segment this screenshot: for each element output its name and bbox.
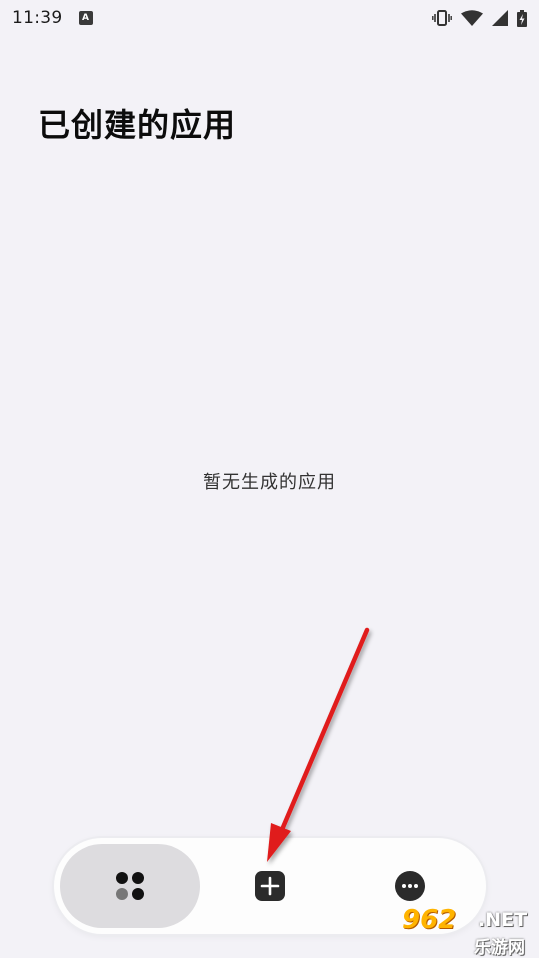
page-title: 已创建的应用 [38, 106, 237, 144]
signal-icon [492, 10, 508, 26]
status-bar: 11:39 A [0, 0, 539, 36]
empty-state-message: 暂无生成的应用 [203, 472, 336, 493]
site-watermark: 962 .NET 乐游网 [398, 905, 539, 958]
status-time: 11:39 [12, 8, 63, 28]
more-dots-icon [395, 871, 425, 901]
watermark-suffix: .NET [478, 909, 528, 931]
nav-apps-button[interactable] [60, 844, 200, 928]
wifi-icon [461, 10, 483, 26]
battery-icon [517, 9, 527, 27]
apps-grid-icon [116, 872, 144, 900]
watermark-site: 乐游网 [474, 938, 525, 958]
vibrate-icon [432, 10, 452, 26]
nav-add-button[interactable] [200, 844, 340, 928]
watermark-number: 962 [402, 905, 457, 935]
status-right [432, 9, 527, 27]
app-notification-icon: A [78, 11, 93, 25]
add-square-icon [255, 871, 285, 901]
status-left: 11:39 A [12, 8, 93, 28]
